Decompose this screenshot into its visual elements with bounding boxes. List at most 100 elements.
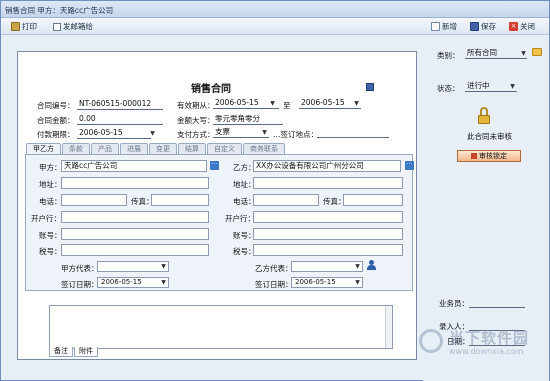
category-value: 所有合同 bbox=[467, 48, 497, 57]
save-button[interactable]: 保存 bbox=[470, 21, 496, 32]
status-value: 进行中 bbox=[467, 81, 490, 90]
lock-status-text: 此合同未审核 bbox=[467, 132, 512, 141]
pay-deadline-label: 付款期限： bbox=[37, 130, 75, 139]
print-label: 打印 bbox=[22, 22, 37, 31]
printer-icon bbox=[11, 22, 20, 31]
close-button[interactable]: × 关闭 bbox=[509, 21, 535, 32]
phone-field-a[interactable] bbox=[61, 194, 127, 206]
sign-date-value-a: 2006-05-15 bbox=[101, 278, 142, 286]
party-b-rep-label: 乙方代表： bbox=[255, 264, 293, 273]
unlock-icon bbox=[477, 107, 491, 125]
sign-place-label: …签订地点： bbox=[273, 130, 319, 139]
watermark-logo-icon bbox=[419, 329, 443, 353]
person-icon[interactable] bbox=[367, 260, 376, 271]
fax-field-a[interactable] bbox=[151, 194, 209, 206]
tab-terms[interactable]: 条款 bbox=[62, 143, 90, 154]
sign-date-select-b[interactable]: 2006-05-15 ▼ bbox=[291, 277, 363, 288]
phone-field-b[interactable] bbox=[253, 194, 319, 206]
chevron-down-icon[interactable]: ▼ bbox=[269, 100, 276, 107]
sign-date-select-a[interactable]: 2006-05-15 ▼ bbox=[97, 277, 169, 288]
tab-parties[interactable]: 甲乙方 bbox=[26, 143, 61, 154]
bank-field-a[interactable] bbox=[61, 211, 209, 223]
bank-label-a: 开户行： bbox=[31, 214, 61, 223]
party-b-field[interactable]: XX办公设备有限公司广州分公司 bbox=[253, 160, 401, 172]
add-button[interactable]: 新增 bbox=[431, 21, 457, 32]
category-label: 类别： bbox=[437, 51, 460, 60]
more-icon[interactable]: ··· bbox=[405, 161, 414, 170]
amount-upper-field: 零元零角零分 bbox=[213, 114, 283, 125]
tab-products[interactable]: 产品 bbox=[91, 143, 119, 154]
phone-label-a: 电话： bbox=[39, 197, 62, 206]
pay-deadline-value: 2006-05-15 bbox=[79, 128, 123, 137]
amount-label: 合同金额： bbox=[37, 116, 75, 125]
tab-custom[interactable]: 自定义 bbox=[207, 143, 242, 154]
address-field-b[interactable] bbox=[253, 177, 403, 189]
account-field-b[interactable] bbox=[253, 228, 403, 240]
account-field-a[interactable] bbox=[61, 228, 209, 240]
tab-notes[interactable]: 备注 bbox=[49, 347, 73, 357]
bottom-tabs: 备注 附件 bbox=[49, 347, 99, 357]
fax-field-b[interactable] bbox=[343, 194, 403, 206]
bank-field-b[interactable] bbox=[253, 211, 403, 223]
send-email-checkbox[interactable]: 发邮箱给 bbox=[53, 21, 93, 32]
valid-from-label: 有效期从： bbox=[177, 101, 215, 110]
pay-method-value: 支票 bbox=[215, 127, 230, 136]
party-b-rep-select[interactable]: ▼ bbox=[291, 261, 363, 272]
clerk-field[interactable] bbox=[469, 297, 525, 308]
chevron-down-icon[interactable]: ▼ bbox=[353, 100, 360, 107]
notes-area[interactable] bbox=[49, 305, 393, 349]
status-label: 状态： bbox=[437, 84, 460, 93]
save-label: 保存 bbox=[481, 22, 496, 31]
watermark-url: www.downxia.com bbox=[449, 347, 524, 356]
chevron-down-icon[interactable]: ▼ bbox=[261, 129, 268, 136]
sign-date-value-b: 2006-05-15 bbox=[295, 278, 336, 286]
party-a-rep-select[interactable]: ▼ bbox=[97, 261, 169, 272]
folder-icon[interactable] bbox=[532, 48, 542, 56]
toolbar: 打印 发邮箱给 新增 保存 × 关闭 bbox=[1, 18, 549, 35]
watermark: 当下软件园 www.downxia.com bbox=[419, 321, 550, 381]
scrollbar[interactable] bbox=[385, 306, 392, 348]
tax-field-a[interactable] bbox=[61, 244, 209, 256]
clerk-label: 业务员： bbox=[439, 299, 469, 308]
sign-place-label-text: 签订地点： bbox=[280, 130, 319, 139]
amount-field[interactable]: 0.00 bbox=[77, 114, 163, 125]
review-lock-button[interactable]: 审核锁定 bbox=[457, 150, 521, 162]
tab-changes[interactable]: 变更 bbox=[149, 143, 177, 154]
chevron-down-icon[interactable]: ▼ bbox=[149, 130, 156, 137]
close-label: 关闭 bbox=[520, 22, 535, 31]
address-field-a[interactable] bbox=[61, 177, 209, 189]
tab-progress[interactable]: 进展 bbox=[120, 143, 148, 154]
account-label-a: 账号： bbox=[39, 231, 62, 240]
category-select[interactable]: 所有合同 bbox=[465, 48, 527, 59]
sign-date-label-a: 签订日期： bbox=[61, 280, 99, 289]
window-title: 销售合同 甲方：天路cc广告公司 bbox=[5, 6, 114, 15]
chevron-down-icon[interactable]: ▼ bbox=[509, 83, 516, 90]
chevron-down-icon: ▼ bbox=[355, 263, 360, 270]
save-icon[interactable] bbox=[366, 83, 374, 91]
to-label: 至 bbox=[283, 101, 291, 110]
contract-no-label: 合同编号： bbox=[37, 101, 75, 110]
review-lock-label: 审核锁定 bbox=[479, 152, 507, 160]
amount-upper-label: 金额大写： bbox=[177, 116, 215, 125]
page-title: 销售合同 bbox=[191, 84, 231, 95]
bank-label-b: 开户行： bbox=[225, 214, 255, 223]
pay-method-label: 支付方式： bbox=[177, 130, 215, 139]
valid-to-field[interactable]: 2006-05-15 bbox=[299, 98, 361, 109]
contract-no-field[interactable]: NT-060515-000012 bbox=[77, 99, 163, 110]
party-a-label: 甲方： bbox=[39, 163, 62, 172]
party-a-field[interactable]: 天路cc广告公司 bbox=[61, 160, 207, 172]
pay-deadline-field[interactable]: 2006-05-15 bbox=[77, 128, 151, 139]
chevron-down-icon[interactable]: ▼ bbox=[520, 50, 527, 57]
tab-attachments[interactable]: 附件 bbox=[74, 347, 98, 357]
tax-field-b[interactable] bbox=[253, 244, 403, 256]
add-label: 新增 bbox=[442, 22, 457, 31]
lock-icon bbox=[471, 153, 477, 159]
title-bar: 销售合同 甲方：天路cc广告公司 bbox=[1, 1, 549, 18]
tab-business-contact[interactable]: 商务联系 bbox=[243, 143, 285, 154]
checkbox-icon bbox=[53, 22, 61, 31]
sign-place-field[interactable] bbox=[317, 127, 389, 138]
print-button[interactable]: 打印 bbox=[11, 21, 37, 32]
tab-settlement[interactable]: 结算 bbox=[178, 143, 206, 154]
more-icon[interactable]: ··· bbox=[210, 161, 219, 170]
section-tabs: 甲乙方 条款 产品 进展 变更 结算 自定义 商务联系 bbox=[26, 143, 286, 154]
